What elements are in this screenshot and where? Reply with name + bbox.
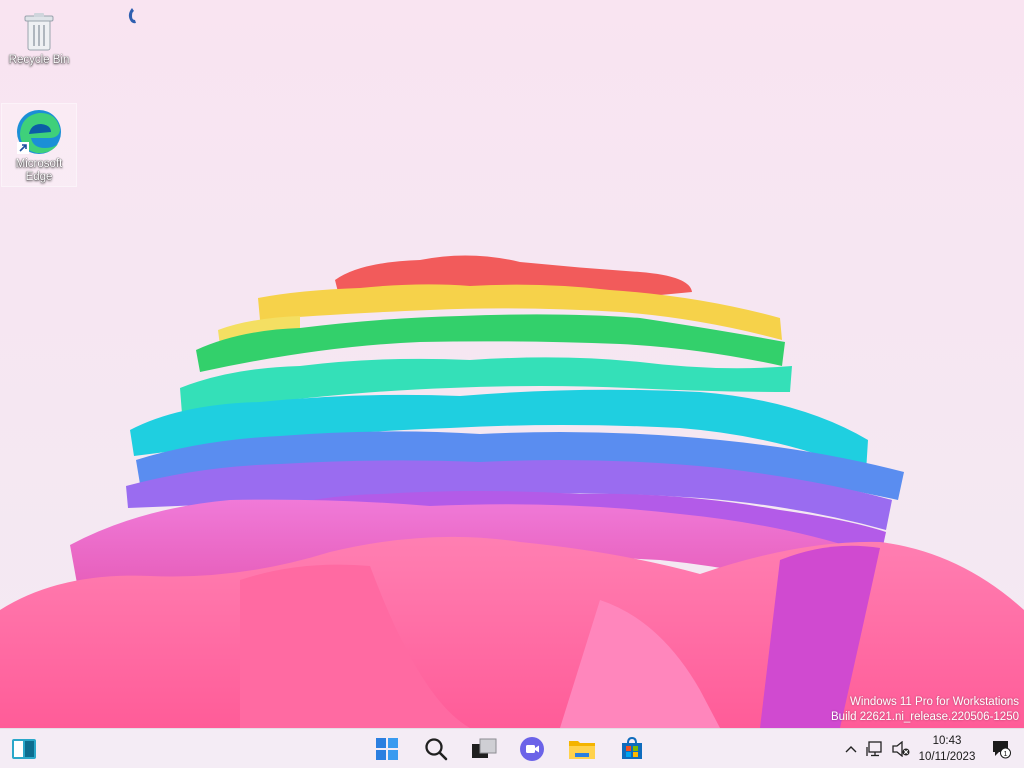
chevron-up-icon — [845, 746, 857, 753]
chat-button[interactable] — [516, 733, 548, 765]
notification-count: 1 — [1003, 749, 1007, 758]
store-icon — [622, 737, 642, 759]
volume-button[interactable] — [890, 729, 912, 768]
task-view-button[interactable] — [468, 733, 500, 765]
watermark-edition: Windows 11 Pro for Workstations — [850, 696, 1019, 708]
widgets-icon — [12, 739, 36, 759]
notification-center-button[interactable]: 1 — [988, 729, 1014, 768]
start-icon — [376, 738, 398, 760]
file-explorer-icon — [569, 741, 595, 759]
show-hidden-icons-button[interactable] — [842, 729, 860, 768]
search-button[interactable] — [420, 733, 452, 765]
microsoft-edge-label: Microsoft Edge — [15, 158, 63, 183]
desktop: Recycle Bin Microsoft Edge Windows 11 Pr… — [0, 0, 1024, 768]
file-explorer-button[interactable] — [566, 733, 598, 765]
taskbar: 10:43 10/11/2023 1 — [0, 728, 1024, 768]
network-button[interactable] — [864, 729, 886, 768]
store-button[interactable] — [616, 733, 648, 765]
start-button[interactable] — [371, 733, 403, 765]
windows-watermark: Windows 11 Pro for Workstations Build 22… — [831, 695, 1019, 725]
phone-icon — [128, 8, 136, 24]
widgets-button[interactable] — [8, 733, 40, 765]
watermark-build: Build 22621.ni_release.220506-1250 — [831, 711, 1019, 723]
network-icon — [866, 741, 882, 757]
microsoft-edge-shortcut[interactable]: Microsoft Edge — [1, 103, 77, 187]
search-icon — [425, 738, 448, 761]
notification-icon: 1 — [993, 741, 1011, 759]
edge-icon — [17, 110, 61, 154]
task-view-icon — [472, 738, 497, 758]
wallpaper-image — [0, 255, 1024, 728]
recycle-bin-icon — [24, 13, 54, 51]
volume-muted-icon — [892, 741, 910, 757]
recycle-bin-label: Recycle Bin — [8, 54, 70, 66]
chat-icon — [520, 737, 544, 761]
clock-button[interactable]: 10:43 10/11/2023 — [914, 733, 980, 765]
clock-time: 10:43 — [932, 735, 962, 747]
clock-date: 10/11/2023 — [918, 751, 976, 763]
recycle-bin-shortcut[interactable]: Recycle Bin — [2, 8, 76, 74]
